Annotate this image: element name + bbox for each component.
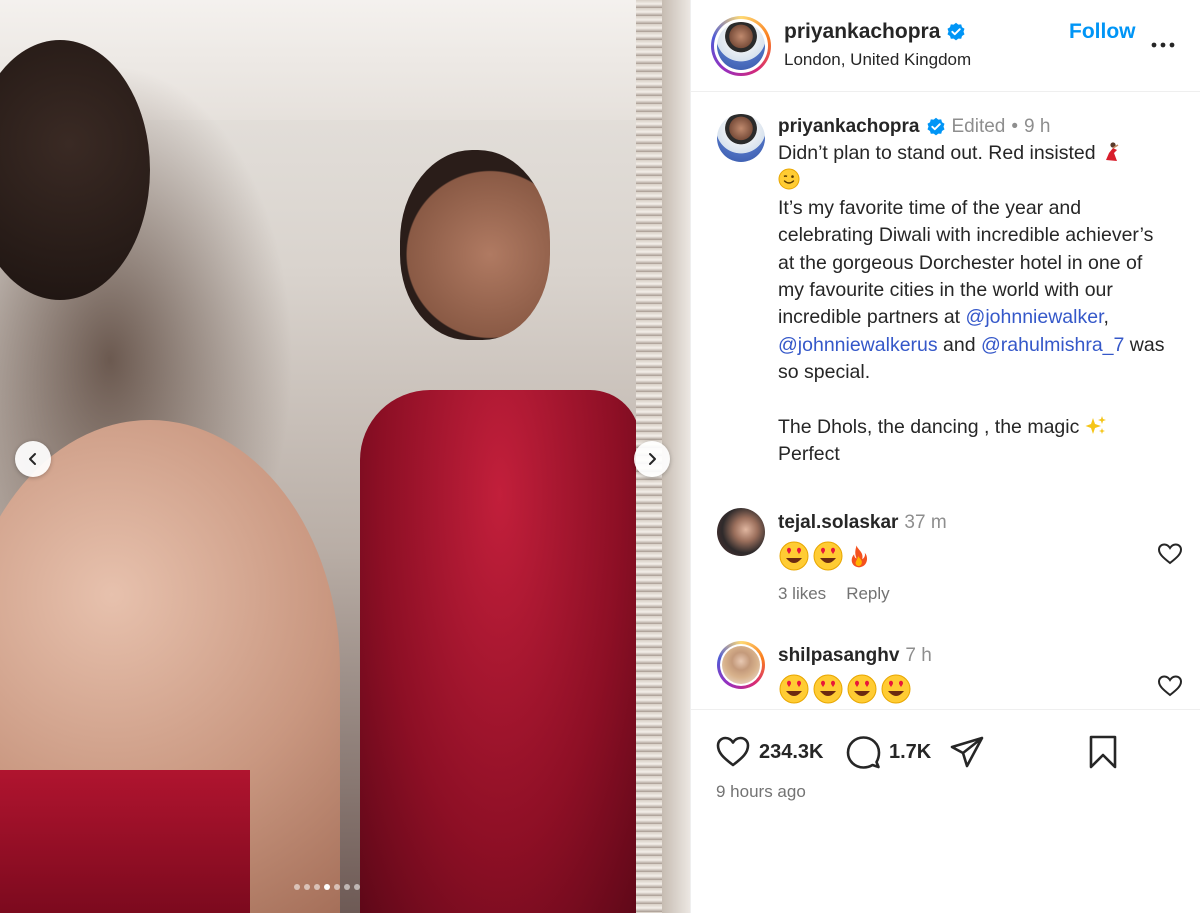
header-location[interactable]: London, United Kingdom [784, 50, 971, 70]
carousel-dot [334, 884, 340, 890]
comment-avatar[interactable] [717, 508, 765, 556]
carousel-dot [354, 884, 360, 890]
comment-body: tejal.solaskar 37 m 3 likes Reply [778, 510, 947, 604]
caption-avatar[interactable] [717, 114, 765, 162]
comment-text [778, 540, 947, 572]
carousel-prev-button[interactable] [15, 441, 51, 477]
heart-eyes-emoji-icon [847, 674, 877, 704]
photo-subject-reflection [360, 150, 640, 913]
heart-eyes-emoji-icon [881, 674, 911, 704]
comment-body: shilpasanghv 7 h [778, 643, 932, 705]
caption-line-4: Perfect [778, 443, 840, 466]
comment-likes-count[interactable]: 3 likes [778, 584, 826, 604]
mention-johnniewalker[interactable]: @johnniewalker [966, 306, 1104, 328]
heart-eyes-emoji-icon [813, 541, 843, 571]
caption-line-3: The Dhols, the dancing , the magic [778, 416, 1085, 439]
heart-icon [716, 736, 750, 767]
avatar [717, 22, 765, 70]
carousel-indicator [294, 884, 360, 890]
carousel-dot [344, 884, 350, 890]
post-detail-panel: priyankachopra London, United Kingdom Fo… [690, 0, 1200, 913]
mention-rahulmishra[interactable]: @rahulmishra_7 [981, 334, 1124, 356]
avatar-frame [714, 19, 768, 73]
carousel-dot [294, 884, 300, 890]
header-user: priyankachopra [784, 20, 966, 44]
caption-username[interactable]: priyankachopra [778, 113, 920, 140]
caption-header: priyankachopra Edited • 9 h [778, 113, 1173, 140]
sparkles-emoji-icon [1085, 416, 1106, 435]
caption-edited-label: Edited [951, 116, 1006, 137]
caption-body: priyankachopra Edited • 9 h Didn’t plan … [778, 113, 1173, 469]
comment-button[interactable]: 1.7K [845, 734, 931, 770]
caption-time[interactable]: 9 h [1024, 113, 1050, 140]
dancer-emoji-icon [1106, 142, 1119, 161]
photo-red-dress [360, 390, 640, 913]
caption-line-1: Didn’t plan to stand out. Red insisted [778, 142, 1102, 164]
comment-username[interactable]: tejal.solaskar [778, 510, 898, 536]
follow-button[interactable]: Follow [1069, 20, 1136, 44]
photo-subject-dress [0, 770, 250, 913]
verified-badge-icon [927, 117, 944, 135]
winking-face-emoji-icon [778, 168, 800, 190]
comment-actions: 3 likes Reply [778, 584, 947, 604]
photo-head [400, 150, 550, 340]
comment-header: tejal.solaskar 37 m [778, 510, 947, 536]
carousel-dot [324, 884, 330, 890]
heart-eyes-emoji-icon [813, 674, 843, 704]
comment-like-heart-icon[interactable] [1157, 542, 1183, 566]
comment-count[interactable]: 1.7K [889, 741, 931, 764]
chevron-right-icon [649, 453, 656, 465]
more-horizontal-icon[interactable] [1149, 32, 1177, 58]
comment-time[interactable]: 37 m [904, 510, 946, 536]
mention-johnniewalkerus[interactable]: @johnniewalkerus [778, 334, 938, 356]
comment-avatar-frame [720, 644, 762, 686]
profile-avatar-story-ring[interactable] [711, 16, 771, 76]
heart-eyes-emoji-icon [779, 541, 809, 571]
caption-comma: , [1103, 306, 1115, 329]
post-header: priyankachopra London, United Kingdom Fo… [691, 0, 1200, 92]
post-photo[interactable] [0, 0, 690, 913]
comment-bubble-icon [846, 736, 881, 769]
comment-avatar-story-ring[interactable] [717, 641, 765, 689]
chevron-left-icon [29, 453, 36, 465]
like-button[interactable]: 234.3K [715, 734, 824, 770]
heart-eyes-emoji-icon [779, 674, 809, 704]
comment-username[interactable]: shilpasanghv [778, 643, 899, 669]
carousel-dot [304, 884, 310, 890]
like-count[interactable]: 234.3K [759, 741, 824, 764]
paper-plane-share-icon [950, 736, 984, 768]
header-username[interactable]: priyankachopra [784, 20, 940, 44]
comment-avatar [722, 646, 760, 684]
carousel-dot [314, 884, 320, 890]
caption-separator: • [1011, 116, 1019, 137]
comment-reply-button[interactable]: Reply [846, 584, 889, 604]
comment-text [778, 673, 932, 705]
caption-and: and [937, 333, 982, 356]
post-actions-bar: 234.3K 1.7K 9 hours ago [691, 709, 1200, 913]
share-button[interactable] [949, 734, 985, 770]
fire-emoji-icon [851, 545, 868, 568]
caption-text: Didn’t plan to stand out. Red insisted I… [778, 140, 1173, 469]
carousel-next-button[interactable] [634, 441, 670, 477]
bookmark-icon [1089, 735, 1117, 769]
comment-time[interactable]: 7 h [905, 643, 931, 669]
verified-badge-icon [947, 22, 965, 41]
save-button[interactable] [1085, 734, 1121, 770]
comment-like-heart-icon[interactable] [1157, 674, 1183, 698]
post-time-ago[interactable]: 9 hours ago [716, 782, 806, 802]
comment-header: shilpasanghv 7 h [778, 643, 932, 669]
